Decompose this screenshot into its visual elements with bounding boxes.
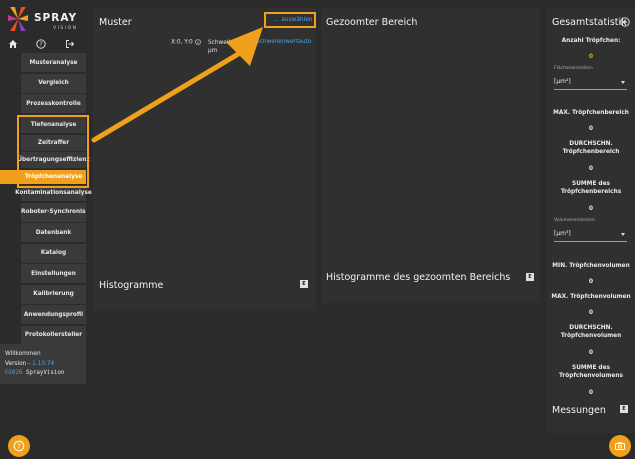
- help-circle-icon: ?: [36, 39, 46, 49]
- muster-panel: Muster ... auswählen X:0, Y:0 Schwellen …: [93, 8, 316, 311]
- coords-text: X:0, Y:0: [171, 39, 193, 46]
- sidebar-item-roboter-synchronisierung[interactable]: Roboter-Synchronisierung: [21, 202, 86, 222]
- help-circle-icon: ?: [13, 440, 25, 452]
- sum-vol-label-line2: Tröpfchenvolumens: [559, 372, 623, 379]
- camera-icon: [615, 442, 625, 450]
- sidebar-item-datenbank[interactable]: Datenbank: [21, 223, 86, 242]
- zoom-export-badge[interactable]: E: [526, 273, 534, 281]
- sidebar-item-protokollersteller[interactable]: Protokollersteller: [21, 325, 86, 345]
- area-unit-value: [µm²]: [554, 78, 571, 85]
- version-number: 1.10.74: [32, 360, 55, 367]
- logout-icon: [66, 40, 75, 48]
- threshold-block: Schwellen µm: [208, 39, 237, 55]
- sidebar-item-musteranalyse[interactable]: Musteranalyse: [21, 53, 86, 72]
- sidebar-item-einstellungen[interactable]: Einstellungen: [21, 264, 86, 283]
- home-icon: [9, 40, 17, 48]
- sum-area-label-line1: SUMME des: [572, 181, 610, 187]
- vol-unit-caption: Volumeneinheiten: [554, 218, 595, 223]
- chevron-down-icon: [621, 233, 625, 236]
- sidebar-item-kalibrierung[interactable]: Kalibrierung: [21, 284, 86, 304]
- version-line: Version - 1.10.74: [5, 360, 86, 370]
- highlight-sidebar-group: [17, 115, 89, 188]
- export-badge[interactable]: E: [300, 280, 308, 288]
- sum-area-value: 0: [588, 205, 594, 212]
- brand-sub: VISION: [53, 26, 78, 31]
- zoom-histogram-title: Histogramme des gezoomten Bereichs: [326, 272, 511, 283]
- app-root: SPRAY VISION ? Musteranalyse Vergleich P…: [0, 0, 635, 459]
- spray-logo-icon: [8, 7, 28, 31]
- logout-button[interactable]: [62, 36, 78, 52]
- copyright: ©2026 SprayVision: [5, 369, 86, 379]
- threshold-unit: µm: [208, 48, 218, 54]
- measurements-export-badge[interactable]: E: [620, 405, 628, 413]
- logo: SPRAY VISION: [6, 5, 82, 33]
- toolbar: ?: [0, 36, 86, 52]
- avg-vol-value: 0: [588, 349, 594, 356]
- info-icon[interactable]: [194, 39, 201, 45]
- sum-vol-label-line1: SUMME des: [572, 365, 610, 371]
- sum-area-label: SUMME des Tröpfchenbereichs: [547, 181, 635, 196]
- stats-title: Gesamtstatistik: [552, 17, 627, 28]
- threshold-auto-link[interactable]: Schwellenwertauto: [256, 39, 316, 45]
- sidebar-item-prozesskontrolle[interactable]: Prozesskontrolle: [21, 94, 86, 113]
- area-unit-caption: Flächeneinheiten: [554, 66, 593, 71]
- vol-unit-value: [µm³]: [554, 230, 571, 237]
- histogram-title: Histogramme: [99, 280, 164, 291]
- avg-vol-label-line2: Tröpfchenvolumen: [560, 332, 622, 339]
- home-button[interactable]: [5, 36, 21, 52]
- zoom-panel: Gezoomter Bereich Histogramme des gezoom…: [321, 8, 540, 303]
- copyright-name: SprayVision: [22, 370, 65, 376]
- min-vol-label: MIN. Tröpfchenvolumen: [552, 263, 630, 269]
- avg-area-label: DURCHSCHN. Tröpfchenbereich: [547, 141, 635, 156]
- sum-vol-label: SUMME des Tröpfchenvolumens: [547, 365, 635, 380]
- chevron-down-icon: [621, 81, 625, 84]
- add-circle-icon[interactable]: [620, 17, 630, 27]
- brand-name: SPRAY: [34, 12, 78, 24]
- avg-vol-label: DURCHSCHN. Tröpfchenvolumen: [547, 325, 635, 340]
- copyright-year: ©2026: [5, 370, 23, 376]
- stats-panel: Gesamtstatistik Anzahl Tröpfchen: 0 Fläc…: [547, 8, 635, 433]
- max-vol-value: 0: [588, 309, 594, 316]
- sidebar-item-katalog[interactable]: Katalog: [21, 243, 86, 263]
- area-unit-select[interactable]: [µm²]: [554, 78, 627, 90]
- zoom-title: Gezoomter Bereich: [326, 17, 418, 28]
- sidebar-item-anwendungsprofil[interactable]: Anwendungsprofil: [21, 305, 86, 324]
- svg-text:?: ?: [17, 442, 21, 450]
- camera-fab[interactable]: [609, 435, 631, 457]
- help-button[interactable]: ?: [33, 36, 49, 52]
- threshold-label: Schwellen: [208, 40, 238, 46]
- coords-readout: X:0, Y:0: [171, 39, 201, 46]
- sum-vol-value: 0: [588, 389, 594, 396]
- avg-area-label-line2: Tröpfchenbereich: [562, 148, 620, 155]
- sidebar-nav: Musteranalyse Vergleich Prozesskontrolle…: [15, 53, 92, 346]
- welcome-box: Willkommen Version - 1.10.74 ©2026 Spray…: [0, 344, 86, 384]
- help-fab[interactable]: ?: [8, 435, 30, 457]
- highlight-select-link: [264, 12, 316, 28]
- sidebar: SPRAY VISION ? Musteranalyse Vergleich P…: [0, 0, 92, 459]
- sum-area-label-line2: Tröpfchenbereichs: [560, 188, 622, 195]
- sidebar-item-vergleich[interactable]: Vergleich: [21, 73, 86, 93]
- measurements-title: Messungen: [552, 405, 606, 416]
- avg-area-label-line1: DURCHSCHN.: [569, 141, 613, 147]
- vol-unit-select[interactable]: [µm³]: [554, 230, 627, 242]
- avg-vol-label-line1: DURCHSCHN.: [569, 325, 613, 331]
- svg-text:?: ?: [39, 41, 42, 48]
- min-vol-value: 0: [588, 278, 594, 285]
- welcome-greeting: Willkommen: [5, 351, 41, 357]
- max-area-label: MAX. Tröpfchenbereich: [553, 110, 629, 116]
- avg-area-value: 0: [588, 165, 594, 172]
- muster-title: Muster: [99, 17, 132, 28]
- count-value: 0: [588, 53, 594, 60]
- count-label: Anzahl Tröpfchen:: [561, 38, 621, 44]
- max-vol-label: MAX. Tröpfchenvolumen: [551, 294, 631, 300]
- version-label: Version -: [5, 360, 33, 367]
- max-area-value: 0: [588, 125, 594, 132]
